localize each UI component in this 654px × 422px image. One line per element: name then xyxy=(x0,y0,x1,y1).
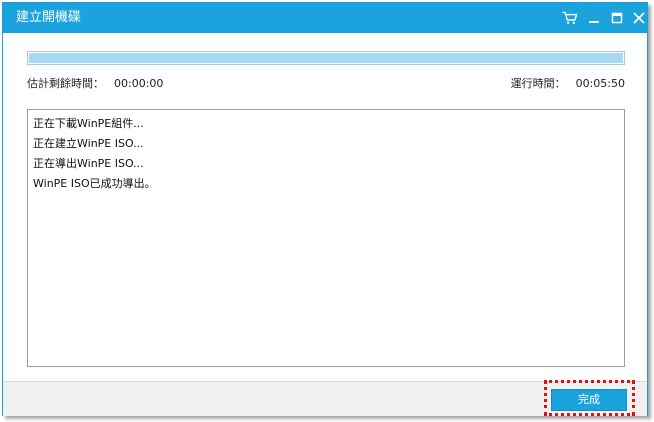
cart-icon[interactable] xyxy=(560,8,580,28)
remaining-time-label: 估計剩餘時間： xyxy=(27,77,104,90)
log-line: 正在建立WinPE ISO... xyxy=(33,137,144,150)
log-line: 正在導出WinPE ISO... xyxy=(33,157,144,170)
log-line: WinPE ISO已成功導出。 xyxy=(33,177,156,190)
log-output[interactable]: 正在下載WinPE組件... 正在建立WinPE ISO... 正在導出WinP… xyxy=(27,109,625,367)
elapsed-time-label: 運行時間： xyxy=(510,77,566,90)
elapsed-time-value: 00:05:50 xyxy=(575,77,625,90)
done-button[interactable]: 完成 xyxy=(551,389,627,411)
create-boot-disk-window: 建立開機碟 估計剩餘時間： 00:00:00 運行時間： 00:05:50 正在… xyxy=(2,2,648,416)
elapsed-time: 運行時間： 00:05:50 xyxy=(511,77,625,91)
log-line: 正在下載WinPE組件... xyxy=(33,117,144,130)
title-bar[interactable]: 建立開機碟 xyxy=(3,3,647,33)
maximize-icon[interactable] xyxy=(607,8,627,28)
minimize-icon[interactable] xyxy=(584,8,604,28)
close-icon[interactable] xyxy=(629,8,649,28)
progress-bar-fill xyxy=(29,53,623,63)
remaining-time: 估計剩餘時間： 00:00:00 xyxy=(27,77,163,91)
progress-bar xyxy=(27,51,625,65)
remaining-time-value: 00:00:00 xyxy=(114,77,164,90)
window-title: 建立開機碟 xyxy=(16,10,82,25)
